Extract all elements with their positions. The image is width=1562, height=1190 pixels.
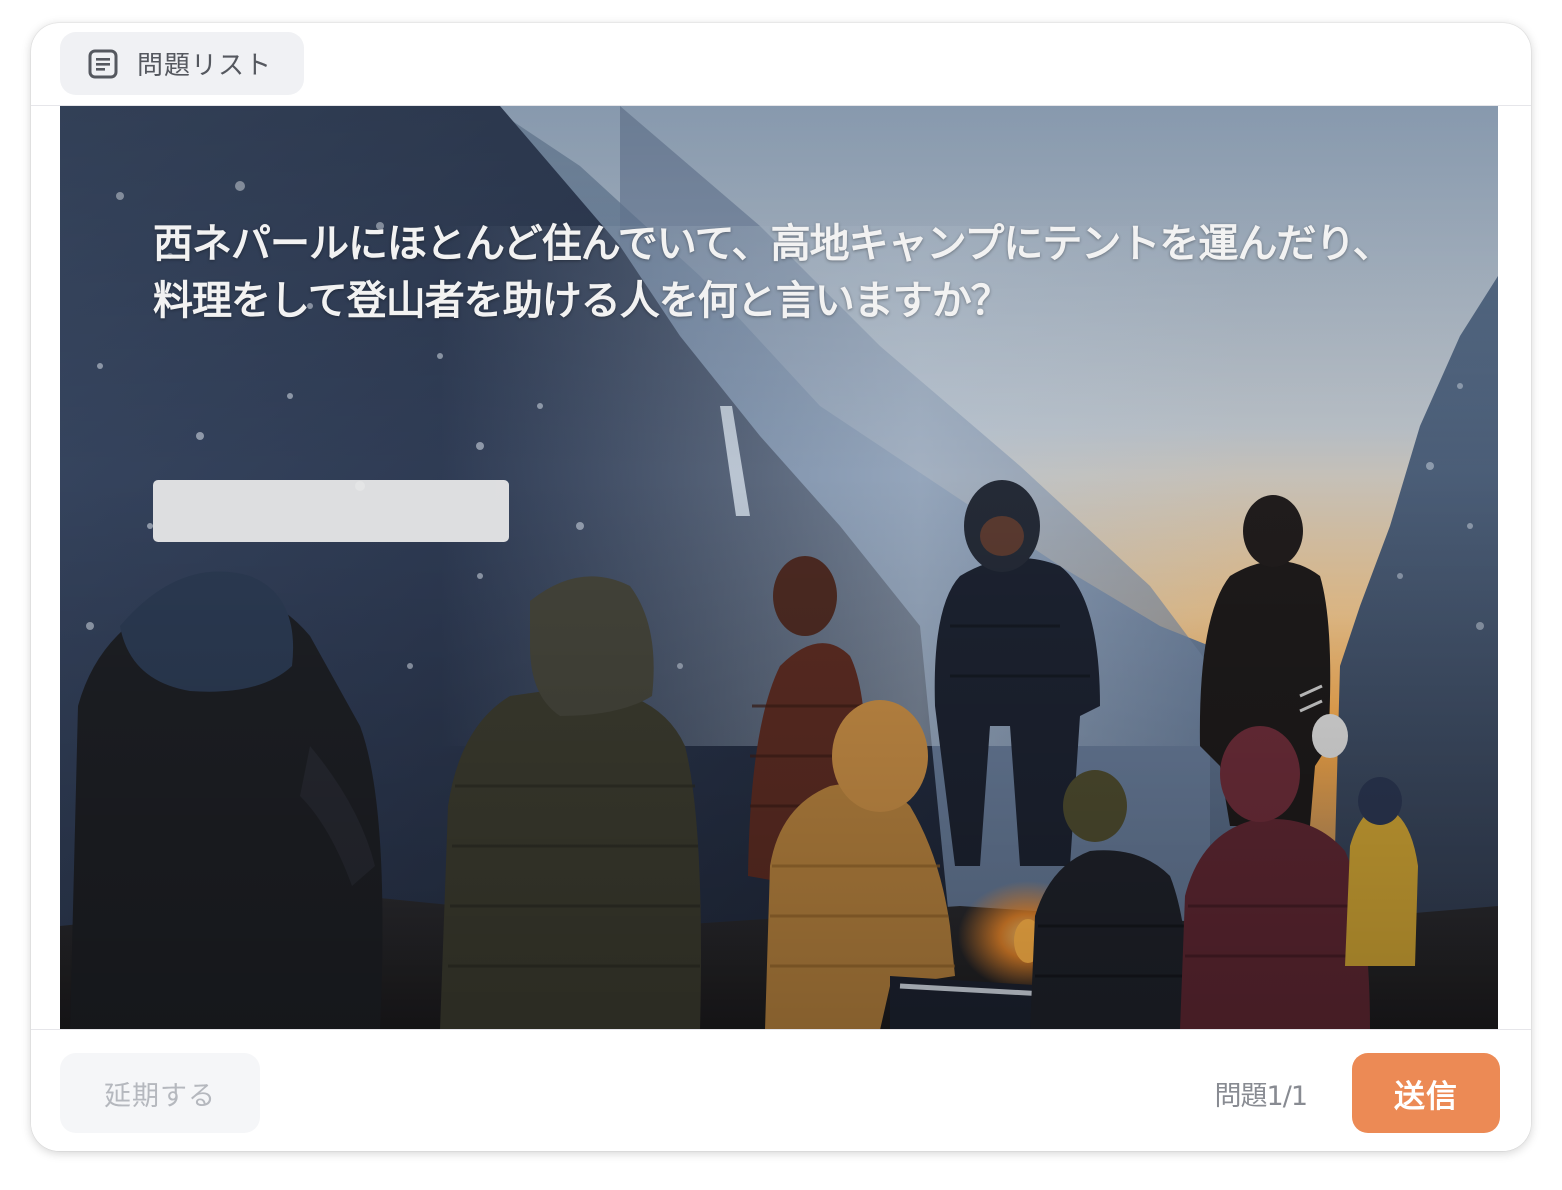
question-text: 西ネパールにほとんど住んでいて、高地キャンプにテントを運んだり、料理をして登山者… — [153, 221, 1393, 324]
question-counter: 問題1/1 — [1214, 1081, 1308, 1112]
top-bar: 問題リスト — [31, 23, 1531, 106]
quiz-card: 問題リスト 西ネパールにほとんど住んでいて、高地キャンプにテントを運んだり、料理… — [31, 23, 1531, 1151]
question-list-label: 問題リスト — [137, 51, 273, 81]
question-list-button[interactable]: 問題リスト — [60, 32, 304, 95]
document-list-icon — [88, 49, 118, 79]
postpone-button[interactable]: 延期する — [60, 1053, 260, 1133]
answer-input[interactable] — [153, 480, 509, 542]
question-image: 西ネパールにほとんど住んでいて、高地キャンプにテントを運んだり、料理をして登山者… — [60, 106, 1498, 1030]
bottom-bar: 延期する 問題1/1 送信 — [31, 1029, 1531, 1151]
submit-button[interactable]: 送信 — [1352, 1053, 1500, 1133]
